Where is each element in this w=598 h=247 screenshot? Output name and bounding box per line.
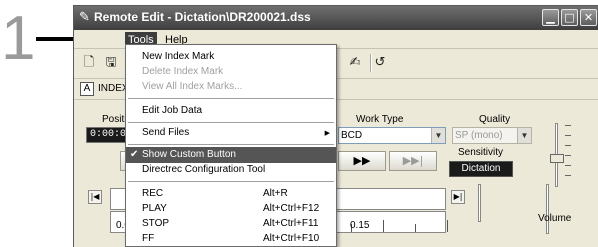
close-button[interactable]: ✕ — [580, 9, 597, 26]
undo-icon[interactable]: ↺ — [371, 54, 389, 72]
skip-forward-button[interactable]: ▶| — [451, 190, 465, 204]
menu-item-stop[interactable]: STOP Alt+Ctrl+F11 — [126, 216, 336, 232]
menu-item-delete-index-mark[interactable]: Delete Index Mark — [126, 64, 336, 80]
shortcut-label: Alt+R — [263, 188, 288, 199]
play-button[interactable]: ▶▶ — [338, 151, 386, 171]
sensitivity-label: Sensitivity — [458, 147, 504, 158]
menu-item-edit-job-data[interactable]: Edit Job Data — [126, 103, 336, 119]
tools-menu: New Index Mark Delete Index Mark View Al… — [125, 44, 337, 247]
menu-item-directrec-configuration-tool[interactable]: Directrec Configuration Tool — [126, 162, 336, 178]
fast-forward-button[interactable]: ▶▶| — [389, 151, 437, 171]
submenu-arrow-icon: ▶ — [324, 129, 330, 137]
minimize-button[interactable]: ▁ — [542, 9, 559, 26]
quality-label: Quality — [479, 114, 511, 125]
checkmark-icon: ✔ — [130, 149, 139, 160]
index-icon[interactable]: A — [80, 82, 94, 96]
save-icon[interactable]: 🖫 — [102, 54, 120, 72]
volume-label: Volume — [538, 213, 572, 224]
menu-separator — [128, 181, 334, 183]
sensitivity-slider-thumb[interactable] — [550, 154, 564, 163]
menu-separator — [128, 144, 334, 146]
menu-item-send-files[interactable]: Send Files ▶ — [126, 125, 336, 141]
menu-separator — [128, 98, 334, 100]
pen-icon: ✎ — [79, 9, 90, 24]
menu-item-show-custom-button[interactable]: ✔ Show Custom Button — [126, 147, 336, 163]
skip-back-button[interactable]: |◀ — [88, 190, 102, 204]
edit-pen-icon[interactable]: ✍ — [346, 54, 364, 72]
work-type-value: BCD — [341, 130, 363, 141]
timeline-mark-label: 0.15 — [350, 220, 370, 231]
quality-value: SP (mono) — [455, 130, 503, 141]
menu-separator — [128, 122, 334, 124]
shortcut-label: Alt+Ctrl+F12 — [263, 203, 320, 214]
menu-item-play[interactable]: PLAY Alt+Ctrl+F12 — [126, 201, 336, 217]
index-label: INDEX — [98, 83, 129, 94]
chevron-down-icon: ▼ — [431, 128, 445, 143]
quality-select[interactable]: SP (mono) ▼ — [452, 127, 532, 144]
window-title: Remote Edit - Dictation\DR200021.dss — [94, 10, 311, 24]
menu-item-ff[interactable]: FF Alt+Ctrl+F10 — [126, 231, 336, 246]
chevron-down-icon: ▼ — [517, 128, 531, 143]
step-number-callout: 1 — [1, 4, 36, 73]
position-display: 0:00:0 — [86, 127, 126, 143]
shortcut-label: Alt+Ctrl+F10 — [263, 233, 320, 244]
sensitivity-slider-ticks — [565, 125, 571, 185]
shortcut-label: Alt+Ctrl+F11 — [263, 218, 319, 229]
menu-item-new-index-mark[interactable]: New Index Mark — [126, 49, 336, 65]
menu-item-rec[interactable]: REC Alt+R — [126, 186, 336, 202]
new-file-icon[interactable]: 🗋 — [80, 54, 98, 72]
maximize-button[interactable]: □ — [561, 9, 578, 26]
work-type-label: Work Type — [356, 114, 404, 125]
work-type-select[interactable]: BCD ▼ — [338, 127, 446, 144]
menu-item-view-all-index-marks[interactable]: View All Index Marks... — [126, 79, 336, 95]
title-bar[interactable]: ✎ Remote Edit - Dictation\DR200021.dss ▁… — [74, 6, 598, 30]
sensitivity-display[interactable]: Dictation — [449, 161, 513, 177]
volume-slider-track[interactable] — [546, 184, 549, 234]
position-slider-track[interactable] — [478, 184, 481, 222]
